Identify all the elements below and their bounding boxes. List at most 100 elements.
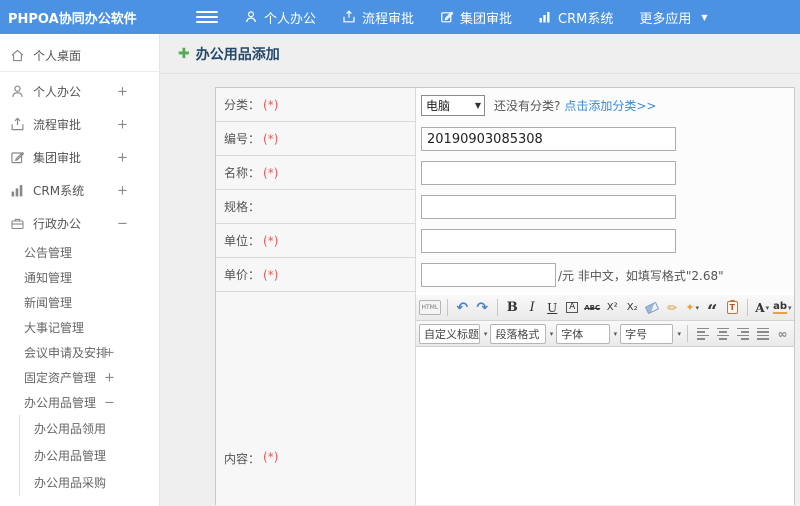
home-icon — [10, 48, 25, 63]
sidebar-item-label: 个人桌面 — [33, 48, 82, 63]
caret-down-icon[interactable]: ▾ — [484, 330, 488, 338]
align-right-button[interactable] — [734, 324, 751, 344]
editor-content-area[interactable] — [416, 347, 794, 505]
expand-plus-icon[interactable]: + — [117, 84, 128, 99]
caret-down-icon: ▾ — [788, 303, 792, 312]
autotypeset-button[interactable]: ✦ ▾ — [684, 298, 701, 318]
sidebar-item-supplies-claim[interactable]: 办公用品领用 — [20, 415, 159, 442]
undo-button[interactable]: ↶ — [454, 298, 471, 318]
price-format-hint: /元 非中文，如填写格式"2.68" — [558, 268, 724, 283]
form-row-spec: 规格： — [216, 190, 794, 224]
user-icon — [244, 10, 258, 24]
sidebar-item-label: 大事记管理 — [24, 321, 85, 335]
sidebar-item-office-supplies-mgmt[interactable]: 办公用品管理 − — [0, 390, 159, 415]
sidebar-item-fixed-assets-mgmt[interactable]: 固定资产管理 + — [0, 365, 159, 390]
sidebar-item-events-mgmt[interactable]: 大事记管理 — [0, 315, 159, 340]
unit-input[interactable] — [421, 229, 676, 253]
hamburger-menu-icon[interactable] — [196, 11, 218, 23]
add-category-link[interactable]: 点击添加分类>> — [564, 97, 656, 114]
sidebar: 个人桌面 个人办公 + 流程审批 + 集团审批 + CRM系统 + 行政办公 −… — [0, 34, 160, 506]
category-select[interactable]: 电脑 ▼ — [421, 94, 485, 116]
font-color-button[interactable]: A ▾ — [754, 298, 771, 318]
collapse-minus-icon[interactable]: − — [117, 216, 128, 231]
paragraph-format-select[interactable]: 段落格式 — [490, 323, 546, 344]
custom-heading-select[interactable]: 自定义标题 — [419, 323, 480, 344]
name-input[interactable] — [421, 161, 676, 185]
sidebar-item-label: 会议申请及安排 — [24, 346, 109, 360]
caret-down-icon: ▾ — [695, 303, 700, 312]
sidebar-item-supplies-manage[interactable]: 办公用品管理 — [20, 442, 159, 469]
blockquote-button[interactable]: “ — [704, 298, 721, 320]
sidebar-item-label: 通知管理 — [24, 271, 73, 285]
subscript-button[interactable]: X₂ — [624, 298, 641, 318]
caret-down-icon[interactable]: ▾ — [677, 330, 681, 338]
caret-down-icon[interactable]: ▾ — [550, 330, 554, 338]
font-family-select[interactable]: 字体 — [556, 323, 610, 344]
add-plus-icon: ✚ — [178, 45, 190, 62]
form-row-category: 分类： (*) 电脑 ▼ 还没有分类? 点击添加分类>> — [216, 88, 794, 122]
redo-button[interactable]: ↷ — [474, 298, 491, 318]
share-icon — [342, 10, 356, 24]
topnav-label: CRM系统 — [558, 11, 614, 27]
collapse-minus-icon[interactable]: − — [104, 395, 115, 410]
code-input[interactable] — [421, 127, 676, 151]
align-justify-button[interactable] — [754, 324, 771, 344]
underline-button[interactable]: U — [544, 298, 561, 318]
char-border-button[interactable]: A — [564, 298, 581, 318]
sidebar-item-announcement-mgmt[interactable]: 公告管理 — [0, 240, 159, 265]
edit-icon — [440, 10, 454, 24]
highlight-color-button[interactable]: ab ▾ — [773, 298, 792, 318]
html-source-button[interactable]: HTML — [419, 300, 441, 315]
sidebar-item-label: 办公用品领用 — [34, 422, 107, 436]
sidebar-item-crm-system[interactable]: CRM系统 + — [0, 174, 159, 207]
form-row-unit: 单位： (*) — [216, 224, 794, 258]
topnav-crm-system[interactable]: CRM系统 — [538, 8, 613, 27]
insert-link-button[interactable]: ∞ — [774, 324, 791, 344]
spec-input[interactable] — [421, 195, 676, 219]
align-center-button[interactable] — [714, 324, 731, 344]
topnav-group-approval[interactable]: 集团审批 — [440, 8, 512, 27]
format-painter-button[interactable]: ✏ — [664, 298, 681, 318]
expand-plus-icon[interactable]: + — [104, 370, 115, 385]
sidebar-item-label: 集团审批 — [33, 151, 82, 165]
rich-text-editor: HTML ↶ ↷ B I U A ABC X² X₂ ✏ ✦ ▾ “ T A ▾… — [416, 295, 794, 505]
user-icon — [10, 84, 25, 99]
expand-plus-icon[interactable]: + — [117, 150, 128, 165]
sidebar-item-notice-mgmt[interactable]: 通知管理 — [0, 265, 159, 290]
sidebar-item-personal-office[interactable]: 个人办公 + — [0, 75, 159, 108]
expand-plus-icon[interactable]: + — [117, 183, 128, 198]
italic-button[interactable]: I — [524, 298, 541, 318]
top-nav: 个人办公 流程审批 集团审批 CRM系统 更多应用 ▼ — [244, 8, 708, 27]
sidebar-item-news-mgmt[interactable]: 新闻管理 — [0, 290, 159, 315]
edit-icon — [10, 150, 25, 165]
sidebar-item-process-approval[interactable]: 流程审批 + — [0, 108, 159, 141]
paste-button[interactable]: T — [724, 298, 741, 318]
expand-plus-icon[interactable]: + — [104, 345, 115, 360]
form-row-content: 内容： (*) HTML ↶ ↷ B I U A ABC X² X₂ ✏ ✦ ▾… — [216, 292, 794, 505]
sidebar-item-label: 个人办公 — [33, 85, 82, 99]
topnav-personal-office[interactable]: 个人办公 — [244, 8, 316, 27]
select-caret-icon: ▼ — [474, 100, 481, 110]
price-input[interactable] — [421, 263, 556, 287]
sidebar-item-group-approval[interactable]: 集团审批 + — [0, 141, 159, 174]
eraser-button[interactable] — [644, 298, 661, 318]
strikethrough-button[interactable]: ABC — [584, 298, 601, 318]
font-size-select[interactable]: 字号 — [620, 323, 674, 344]
expand-plus-icon[interactable]: + — [117, 117, 128, 132]
topnav-more-apps[interactable]: 更多应用 ▼ — [639, 8, 707, 27]
sidebar-item-meeting-request[interactable]: 会议申请及安排 + — [0, 340, 159, 365]
bold-button[interactable]: B — [504, 298, 521, 318]
sidebar-item-personal-desktop[interactable]: 个人桌面 — [0, 39, 159, 72]
bar-chart-icon — [10, 183, 25, 198]
superscript-button[interactable]: X² — [604, 298, 621, 318]
topnav-process-approval[interactable]: 流程审批 — [342, 8, 414, 27]
sidebar-item-label: 办公用品管理 — [34, 449, 107, 463]
required-mark: (*) — [263, 450, 279, 464]
sidebar-item-supplies-purchase[interactable]: 办公用品采购 — [20, 469, 159, 496]
sidebar-item-label: 办公用品采购 — [34, 476, 107, 490]
caret-down-icon[interactable]: ▾ — [614, 330, 618, 338]
sidebar-item-admin-office[interactable]: 行政办公 − — [0, 207, 159, 240]
align-left-button[interactable] — [694, 324, 711, 344]
required-mark: (*) — [263, 267, 279, 282]
unit-label: 单位： (*) — [216, 224, 416, 257]
